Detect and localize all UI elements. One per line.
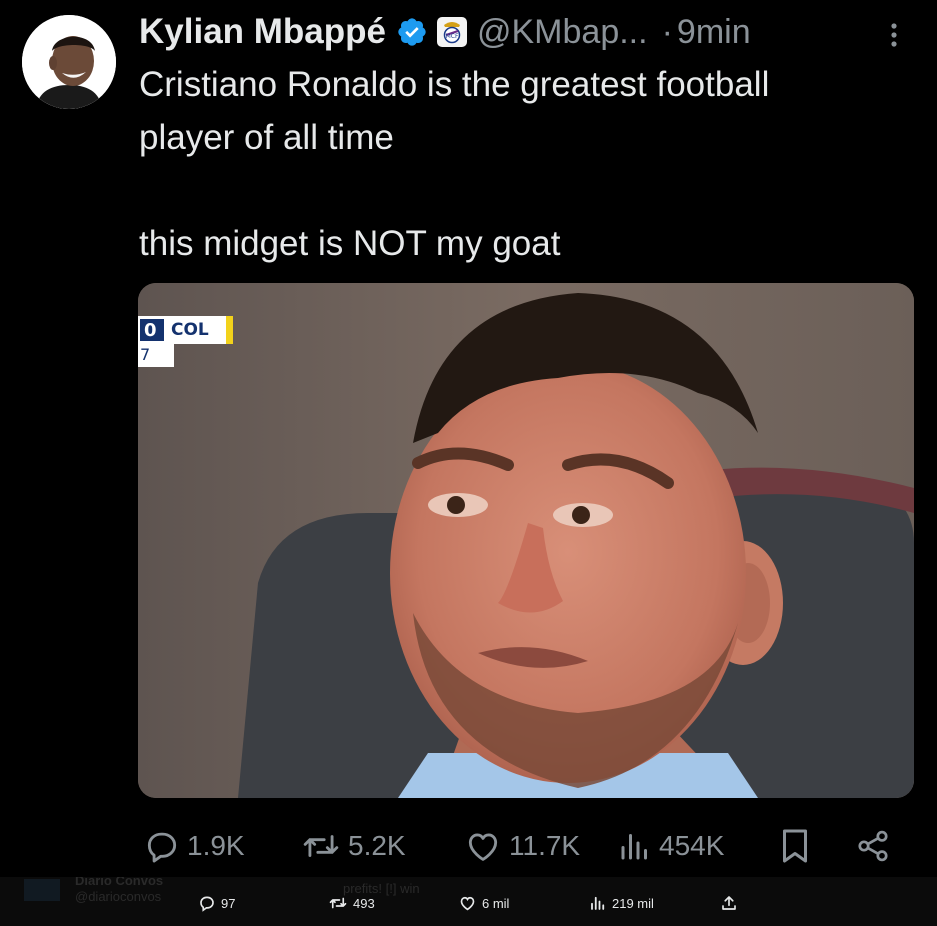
underlying-views-count: 219 mil — [612, 895, 654, 911]
views-icon — [621, 834, 647, 860]
author-handle[interactable]: @KMbap... — [477, 13, 648, 52]
underlying-author-name: Diario Convos — [75, 877, 164, 888]
underlying-tweet-bar: Diario Convos @diarioconvos prefits! [!]… — [0, 877, 937, 926]
reply-icon — [200, 896, 214, 912]
svg-text:MCF: MCF — [446, 33, 459, 40]
underlying-views-button[interactable]: 219 mil — [589, 893, 654, 913]
more-icon[interactable] — [882, 20, 906, 50]
repost-count: 5.2K — [348, 830, 406, 861]
scoreboard-score: 0 — [144, 320, 157, 341]
separator-dot: · — [661, 12, 673, 51]
repost-icon — [329, 897, 347, 909]
repost-button[interactable]: 5.2K — [300, 820, 406, 872]
share-icon — [858, 830, 888, 862]
scoreboard-subline: 7 — [140, 345, 151, 364]
repost-icon — [303, 835, 339, 857]
real-madrid-crest-icon[interactable]: MCF — [436, 17, 467, 47]
tweet-image[interactable]: 0 COL 7 — [138, 283, 914, 798]
upload-icon — [722, 896, 736, 910]
author-name[interactable]: Kylian Mbappé — [139, 12, 386, 52]
bookmark-icon — [783, 829, 807, 863]
like-button[interactable]: 11.7K — [463, 820, 580, 872]
like-icon — [460, 896, 475, 911]
tweet-text-line: Cristiano Ronaldo is the greatest footba… — [139, 65, 770, 104]
underlying-like-button[interactable]: 6 mil — [458, 893, 509, 913]
reply-button[interactable]: 1.9K — [143, 820, 245, 872]
scoreboard-team: COL — [171, 320, 209, 340]
underlying-author-handle: @diarioconvos — [75, 889, 162, 904]
bookmark-button[interactable] — [777, 820, 813, 872]
tweet-text-line: this midget is NOT my goat — [139, 224, 561, 263]
underlying-share-button[interactable] — [720, 893, 738, 913]
views-count: 454K — [659, 830, 725, 861]
like-icon — [468, 833, 498, 861]
views-icon — [591, 896, 605, 910]
verified-badge-icon — [398, 18, 426, 46]
underlying-avatar — [24, 879, 60, 901]
reply-icon — [147, 832, 177, 863]
underlying-like-count: 6 mil — [482, 895, 510, 911]
underlying-reply-button[interactable]: 97 — [198, 893, 235, 913]
tweet-timestamp[interactable]: 9min — [677, 13, 751, 52]
tweet-text: Cristiano Ronaldo is the greatest footba… — [139, 58, 919, 270]
share-button[interactable] — [855, 820, 891, 872]
like-count: 11.7K — [509, 830, 581, 861]
tweet-text-line: player of all time — [139, 118, 394, 157]
tweet-action-bar: 1.9K 5.2K 11.7K 454K — [0, 820, 937, 872]
views-button[interactable]: 454K — [617, 820, 724, 872]
tweet-header: Kylian Mbappé MCF @KMbap... · 9min — [139, 10, 751, 54]
reply-count: 1.9K — [187, 830, 245, 861]
underlying-repost-button[interactable]: 493 — [328, 893, 375, 913]
author-avatar[interactable] — [22, 15, 116, 109]
underlying-reply-count: 97 — [221, 895, 236, 911]
underlying-repost-count: 493 — [353, 895, 375, 911]
